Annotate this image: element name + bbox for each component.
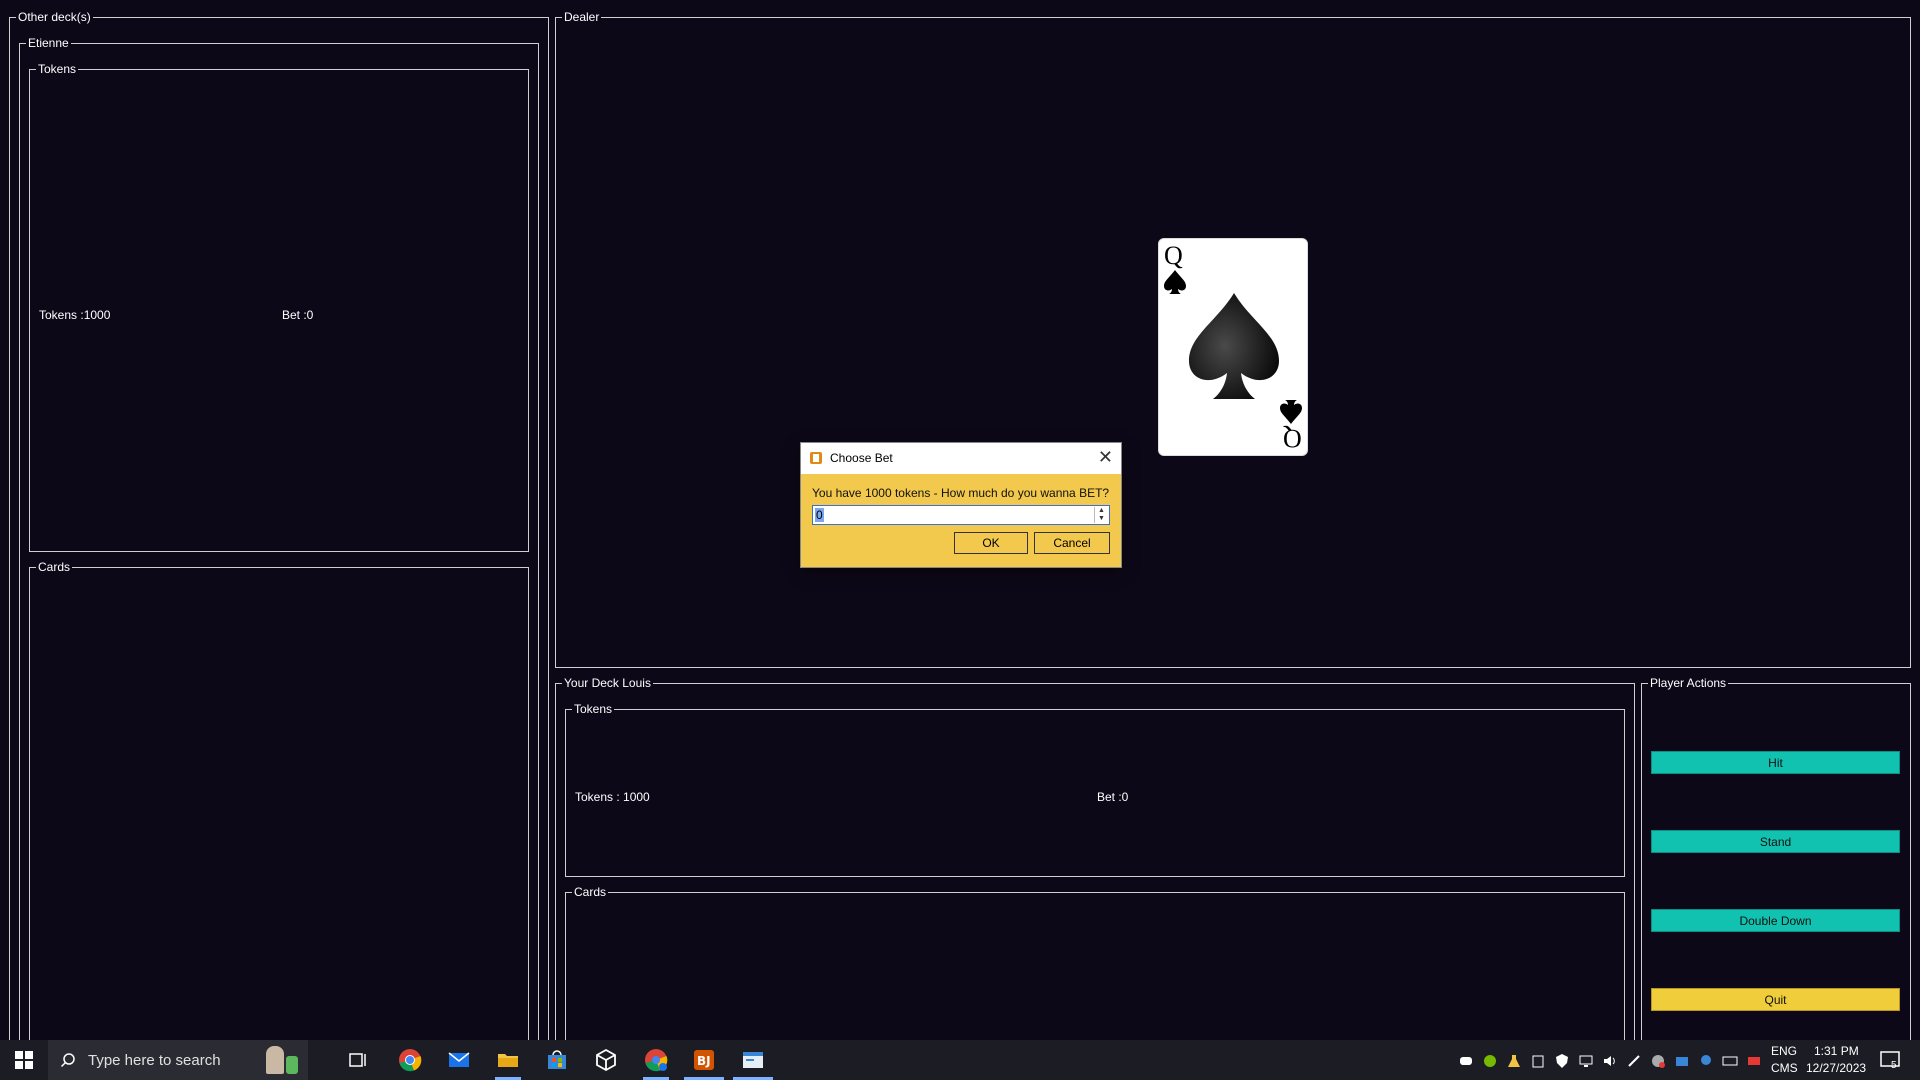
store-icon[interactable] <box>545 1048 569 1072</box>
notification-icon[interactable] <box>1878 1048 1902 1072</box>
volume-icon <box>1604 1056 1615 1066</box>
unity-icon[interactable] <box>594 1048 618 1072</box>
clock-time[interactable]: 1:31 PM <box>1814 1044 1859 1058</box>
location-icon <box>1701 1055 1711 1065</box>
keyboard-icon <box>1722 1056 1738 1066</box>
close-icon[interactable]: ✕ <box>1098 448 1113 466</box>
shield-icon <box>1556 1054 1568 1068</box>
chrome-icon[interactable] <box>398 1048 422 1072</box>
other-decks-title: Other deck(s) <box>16 9 93 25</box>
card-rank-top: Q <box>1164 241 1183 270</box>
your-tokens-group: Tokens <box>565 701 1625 877</box>
cancel-button[interactable]: Cancel <box>1034 532 1110 554</box>
your-tokens-title: Tokens <box>572 701 615 717</box>
player-name: Etienne <box>26 35 71 51</box>
flask-icon <box>1508 1055 1520 1067</box>
input-method-indicator[interactable]: CMS <box>1771 1061 1798 1075</box>
player-actions-title: Player Actions <box>1648 675 1729 691</box>
double-down-button[interactable]: Double Down <box>1651 909 1900 932</box>
windows-start-icon[interactable] <box>12 1048 36 1072</box>
other-bet-amount: Bet :0 <box>282 308 314 322</box>
ok-button[interactable]: OK <box>954 532 1028 554</box>
clipboard-icon <box>1532 1055 1544 1068</box>
stand-button[interactable]: Stand <box>1651 830 1900 853</box>
flag-icon <box>1748 1057 1760 1065</box>
spinner-arrows-icon[interactable]: ▲ ▼ <box>1094 507 1108 523</box>
discord-icon <box>1460 1057 1472 1065</box>
dealer-card: Q Q <box>1158 238 1308 456</box>
dealer-title: Dealer <box>562 9 602 25</box>
your-cards-title: Cards <box>572 884 609 900</box>
other-cards-title: Cards <box>36 559 73 575</box>
your-tokens-count: Tokens : 1000 <box>575 790 650 804</box>
dialog-message: You have 1000 tokens - How much do you w… <box>812 486 1110 500</box>
choose-bet-dialog: Choose Bet ✕ You have 1000 tokens - How … <box>801 443 1121 567</box>
spade-center-icon <box>1189 293 1279 399</box>
system-tray-icons[interactable] <box>1458 1053 1760 1069</box>
mail-icon[interactable] <box>447 1048 471 1072</box>
chrome-profile-icon[interactable] <box>644 1048 668 1072</box>
your-bet-amount: Bet :0 <box>1097 790 1129 804</box>
app-icon <box>810 452 822 464</box>
search-placeholder: Type here to search <box>88 1052 221 1069</box>
player-actions-panel: Player Actions <box>1641 675 1911 1040</box>
blackjack-app-icon[interactable]: BJ <box>692 1048 716 1072</box>
bet-amount-input[interactable]: 0 ▲ ▼ <box>812 505 1110 525</box>
dialog-titlebar[interactable]: Choose Bet ✕ <box>801 443 1121 474</box>
your-deck-title: Your Deck Louis <box>562 675 653 691</box>
notification-count: 5 <box>1891 1060 1897 1071</box>
quit-button[interactable]: Quit <box>1651 988 1900 1011</box>
language-indicator[interactable]: ENG <box>1771 1044 1797 1058</box>
sync-error-icon <box>1652 1055 1665 1068</box>
pen-icon <box>1628 1055 1640 1067</box>
card-rank-bottom: Q <box>1283 424 1302 453</box>
nvidia-icon <box>1484 1055 1496 1067</box>
spade-small-icon <box>1164 270 1186 294</box>
your-cards-group: Cards <box>565 884 1625 1040</box>
taskbar-search-box[interactable]: Type here to search <box>48 1040 308 1080</box>
spade-small-bottom-icon <box>1280 400 1302 424</box>
search-icon <box>60 1053 75 1068</box>
file-explorer-icon[interactable] <box>496 1048 520 1072</box>
dialog-title: Choose Bet <box>830 451 893 465</box>
other-cards-group: Cards <box>29 559 529 1040</box>
svg-text:BJ: BJ <box>697 1054 711 1068</box>
clock-date[interactable]: 12/27/2023 <box>1806 1061 1866 1075</box>
bet-input-value: 0 <box>815 508 824 522</box>
taskbar: Type here to search BJ ENG CMS 1:31 PM 1… <box>0 1040 1920 1080</box>
hit-button[interactable]: Hit <box>1651 751 1900 774</box>
onedrive-icon <box>1676 1057 1688 1066</box>
other-tokens-title: Tokens <box>36 61 79 77</box>
task-view-icon[interactable] <box>347 1048 371 1072</box>
other-tokens-count: Tokens :1000 <box>39 308 111 322</box>
network-icon <box>1579 1055 1593 1067</box>
search-highlight-image <box>262 1044 302 1076</box>
terminal-window-icon[interactable] <box>741 1048 765 1072</box>
